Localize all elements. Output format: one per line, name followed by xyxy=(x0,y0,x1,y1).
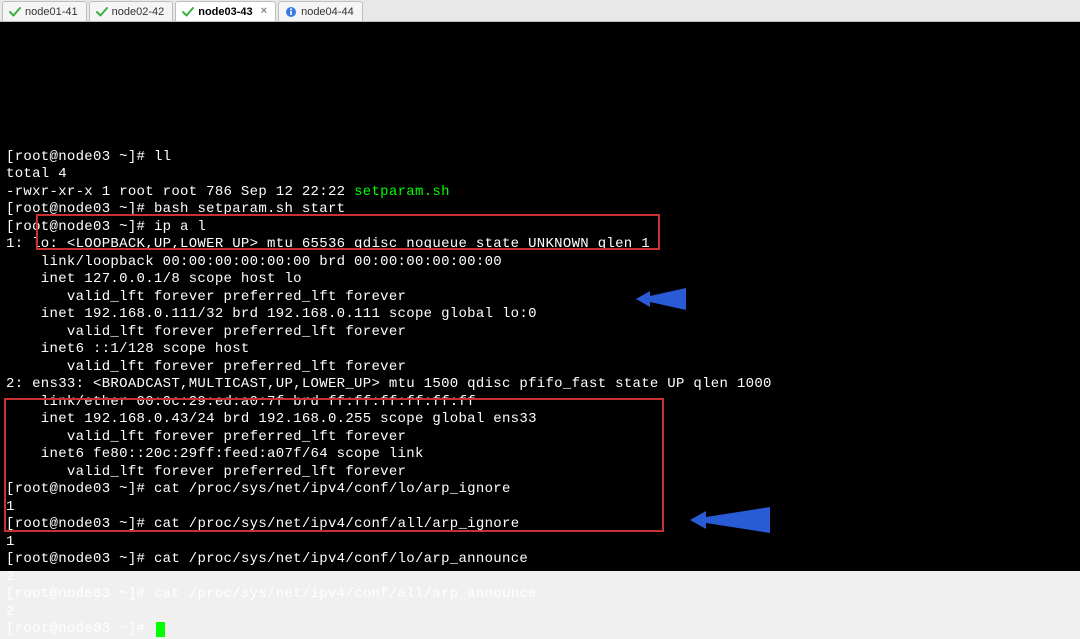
terminal-output: 2: ens33: <BROADCAST,MULTICAST,UP,LOWER_… xyxy=(6,376,1074,394)
check-icon xyxy=(182,6,194,18)
output-text: 2 xyxy=(6,604,15,620)
terminal-output: -rwxr-xr-x 1 root root 786 Sep 12 22:22 … xyxy=(6,184,1074,202)
output-text: link/loopback 00:00:00:00:00:00 brd 00:0… xyxy=(6,254,502,270)
output-text: valid_lft forever preferred_lft forever xyxy=(6,359,406,375)
info-icon xyxy=(285,6,297,18)
output-text: 1 xyxy=(6,499,15,515)
tab-node02-42[interactable]: node02-42 xyxy=(89,1,174,21)
terminal-output: valid_lft forever preferred_lft forever xyxy=(6,464,1074,482)
terminal-output: inet 192.168.0.43/24 brd 192.168.0.255 s… xyxy=(6,411,1074,429)
command: cat /proc/sys/net/ipv4/conf/all/arp_anno… xyxy=(154,586,537,602)
output-text: 1: lo: <LOOPBACK,UP,LOWER_UP> mtu 65536 … xyxy=(6,236,650,252)
terminal-output: 2 xyxy=(6,569,1074,587)
tab-label: node04-44 xyxy=(301,6,354,18)
terminal-output: valid_lft forever preferred_lft forever xyxy=(6,289,1074,307)
prompt: [root@node03 ~]# xyxy=(6,586,154,602)
terminal-output: link/ether 00:0c:29:ed:a0:7f brd ff:ff:f… xyxy=(6,394,1074,412)
command: cat /proc/sys/net/ipv4/conf/all/arp_igno… xyxy=(154,516,519,532)
output-text: total 4 xyxy=(6,166,67,182)
terminal-prompt-line: [root@node03 ~]# ip a l xyxy=(6,219,1074,237)
command: ip a l xyxy=(154,219,206,235)
command: bash setparam.sh start xyxy=(154,201,345,217)
output-text: inet6 fe80::20c:29ff:feed:a07f/64 scope … xyxy=(6,446,424,462)
terminal-output: 1 xyxy=(6,534,1074,552)
output-text: 1 xyxy=(6,534,15,550)
terminal-prompt-line: [root@node03 ~]# cat /proc/sys/net/ipv4/… xyxy=(6,586,1074,604)
terminal-prompt-line: [root@node03 ~]# cat /proc/sys/net/ipv4/… xyxy=(6,516,1074,534)
output-text: valid_lft forever preferred_lft forever xyxy=(6,324,406,340)
output-text: inet 127.0.0.1/8 scope host lo xyxy=(6,271,302,287)
terminal-output: inet 192.168.0.111/32 brd 192.168.0.111 … xyxy=(6,306,1074,324)
terminal-output: 1 xyxy=(6,499,1074,517)
terminal-output: inet6 ::1/128 scope host xyxy=(6,341,1074,359)
tab-node03-43[interactable]: node03-43 × xyxy=(175,1,276,21)
tab-bar: node01-41 node02-42 node03-43 × node04-44 xyxy=(0,0,1080,22)
check-icon xyxy=(96,6,108,18)
terminal-output: valid_lft forever preferred_lft forever xyxy=(6,429,1074,447)
terminal-output: inet6 fe80::20c:29ff:feed:a07f/64 scope … xyxy=(6,446,1074,464)
output-text: link/ether 00:0c:29:ed:a0:7f brd ff:ff:f… xyxy=(6,394,476,410)
prompt: [root@node03 ~]# xyxy=(6,201,154,217)
terminal-prompt-line: [root@node03 ~]# xyxy=(6,621,1074,639)
prompt: [root@node03 ~]# xyxy=(6,219,154,235)
tab-node04-44[interactable]: node04-44 xyxy=(278,1,363,21)
output-text: inet 192.168.0.111/32 brd 192.168.0.111 … xyxy=(6,306,537,322)
output-text: valid_lft forever preferred_lft forever xyxy=(6,289,406,305)
tab-label: node01-41 xyxy=(25,6,78,18)
prompt: [root@node03 ~]# xyxy=(6,516,154,532)
ls-filename: setparam.sh xyxy=(354,184,450,200)
terminal-prompt-line: [root@node03 ~]# bash setparam.sh start xyxy=(6,201,1074,219)
output-text: 2: ens33: <BROADCAST,MULTICAST,UP,LOWER_… xyxy=(6,376,772,392)
check-icon xyxy=(9,6,21,18)
output-text: inet6 ::1/128 scope host xyxy=(6,341,250,357)
terminal-output: inet 127.0.0.1/8 scope host lo xyxy=(6,271,1074,289)
prompt: [root@node03 ~]# xyxy=(6,551,154,567)
command: cat /proc/sys/net/ipv4/conf/lo/arp_annou… xyxy=(154,551,528,567)
terminal-output: valid_lft forever preferred_lft forever xyxy=(6,359,1074,377)
terminal-output: link/loopback 00:00:00:00:00:00 brd 00:0… xyxy=(6,254,1074,272)
output-text: valid_lft forever preferred_lft forever xyxy=(6,429,406,445)
command: cat /proc/sys/net/ipv4/conf/lo/arp_ignor… xyxy=(154,481,511,497)
tab-node01-41[interactable]: node01-41 xyxy=(2,1,87,21)
terminal-output: valid_lft forever preferred_lft forever xyxy=(6,324,1074,342)
terminal-output: 1: lo: <LOOPBACK,UP,LOWER_UP> mtu 65536 … xyxy=(6,236,1074,254)
close-icon[interactable]: × xyxy=(261,6,267,17)
terminal-output: total 4 xyxy=(6,166,1074,184)
prompt: [root@node03 ~]# xyxy=(6,621,154,637)
terminal-prompt-line: [root@node03 ~]# cat /proc/sys/net/ipv4/… xyxy=(6,481,1074,499)
terminal-prompt-line: [root@node03 ~]# cat /proc/sys/net/ipv4/… xyxy=(6,551,1074,569)
cursor-icon xyxy=(156,622,165,637)
prompt: [root@node03 ~]# xyxy=(6,149,154,165)
tab-label: node03-43 xyxy=(198,6,252,18)
terminal-output: 2 xyxy=(6,604,1074,622)
terminal[interactable]: [root@node03 ~]# lltotal 4-rwxr-xr-x 1 r… xyxy=(0,22,1080,571)
ls-perms: -rwxr-xr-x 1 root root 786 Sep 12 22:22 xyxy=(6,184,354,200)
terminal-prompt-line: [root@node03 ~]# ll xyxy=(6,149,1074,167)
prompt: [root@node03 ~]# xyxy=(6,481,154,497)
command: ll xyxy=(154,149,171,165)
output-text: valid_lft forever preferred_lft forever xyxy=(6,464,406,480)
tab-label: node02-42 xyxy=(112,6,165,18)
output-text: inet 192.168.0.43/24 brd 192.168.0.255 s… xyxy=(6,411,537,427)
